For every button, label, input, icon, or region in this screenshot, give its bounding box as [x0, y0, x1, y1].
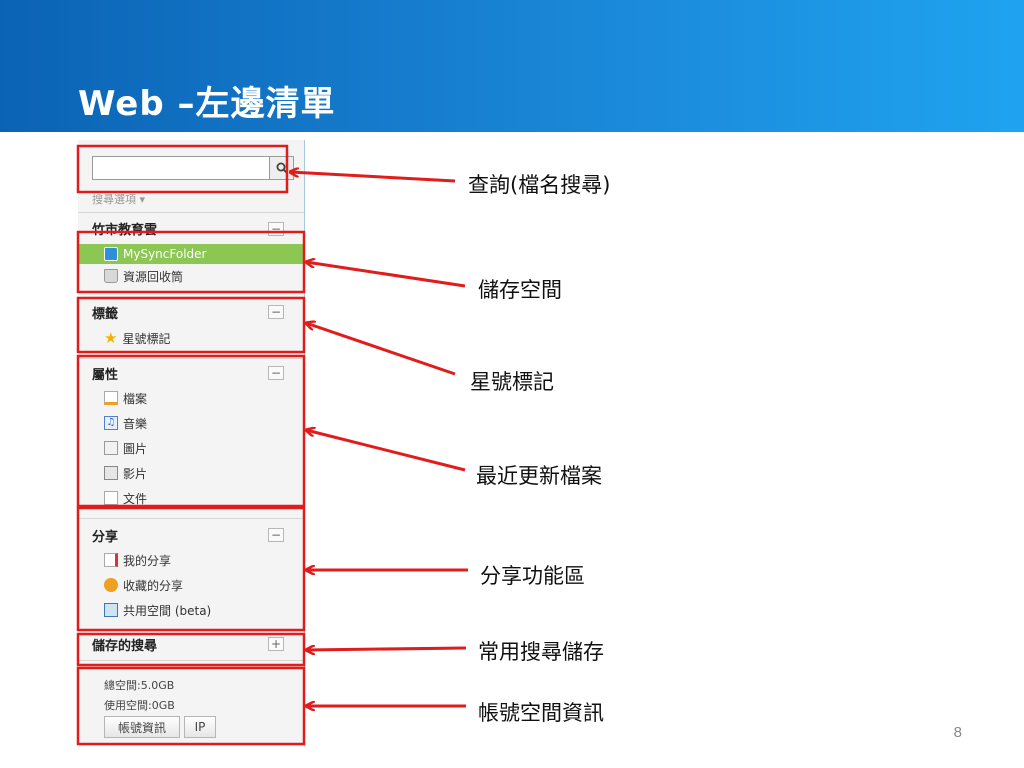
tags-group-collapse-button[interactable]: −: [268, 305, 284, 319]
page-number: 8: [953, 724, 962, 741]
sidebar-item-documents[interactable]: 文件: [104, 488, 147, 508]
sidebar-item-label: MySyncFolder: [123, 247, 207, 261]
share-group-collapse-button[interactable]: −: [268, 528, 284, 542]
cloud-folder-icon: [104, 247, 118, 261]
sidebar-item-label: 共用空間 (beta): [123, 603, 212, 618]
org-group-title: 竹市教育雲: [92, 223, 158, 238]
favorite-share-icon: [104, 578, 118, 592]
recent-files-arrow: [306, 430, 466, 472]
search-input[interactable]: [92, 156, 270, 180]
sidebar-item-music[interactable]: ♫ 音樂: [104, 413, 147, 433]
sidebar-item-recycle-bin[interactable]: 資源回收筒: [104, 266, 183, 286]
pencil-file-icon: [104, 391, 118, 405]
sidebar-item-label: 星號標記: [122, 331, 171, 346]
divider: [78, 358, 304, 359]
annotation-search-label: 查詢(檔名搜尋): [468, 173, 611, 197]
annotation-share-label: 分享功能區: [480, 564, 585, 588]
annotation-account-label: 帳號空間資訊: [478, 701, 604, 725]
divider: [78, 518, 304, 519]
slide-title: Web –左邊清單: [78, 84, 336, 124]
sidebar-item-files[interactable]: 檔案: [104, 388, 147, 408]
annotation-storage-label: 儲存空間: [478, 278, 562, 302]
search-arrow: [290, 172, 456, 183]
annotation-starred-label: 星號標記: [470, 370, 554, 394]
annotation-saved-search-label: 常用搜尋儲存: [478, 640, 604, 664]
divider: [78, 630, 304, 631]
sidebar-item-images[interactable]: 圖片: [104, 438, 147, 458]
star-arrow: [306, 323, 456, 376]
annotation-recent-files-label: 最近更新檔案: [476, 464, 602, 488]
sidebar-item-label: 文件: [123, 491, 148, 506]
properties-group-collapse-button[interactable]: −: [268, 366, 284, 380]
sidebar-item-favorite-shares[interactable]: 收藏的分享: [104, 575, 183, 595]
search-button[interactable]: [270, 156, 294, 180]
sidebar-item-label: 檔案: [123, 391, 148, 406]
document-file-icon: [104, 491, 118, 505]
sidebar-item-starred[interactable]: ★ 星號標記: [104, 328, 170, 348]
trash-icon: [104, 269, 118, 283]
shared-space-icon: [104, 603, 118, 617]
sidebar-item-label: 音樂: [123, 416, 148, 431]
storage-arrow: [306, 262, 466, 288]
sidebar-item-label: 影片: [123, 466, 148, 481]
search-icon: [276, 162, 288, 174]
sidebar-item-shared-space[interactable]: 共用空間 (beta): [104, 600, 211, 620]
used-space-text: 使用空間:0GB: [104, 699, 175, 712]
sidebar-item-my-shares[interactable]: 我的分享: [104, 550, 171, 570]
sidebar-item-label: 資源回收筒: [123, 269, 184, 284]
saved-search-arrow: [306, 648, 467, 650]
tags-group-title: 標籤: [92, 307, 119, 322]
total-space-text: 總空間:5.0GB: [104, 679, 175, 692]
sidebar-item-videos[interactable]: 影片: [104, 463, 147, 483]
sidebar-item-label: 收藏的分享: [123, 578, 184, 593]
sidebar-item-label: 我的分享: [123, 553, 172, 568]
sidebar-item-mysyncfolder[interactable]: MySyncFolder: [78, 244, 304, 264]
saved-search-group-title: 儲存的搜尋: [92, 639, 158, 654]
divider: [78, 660, 304, 661]
sidebar-item-label: 圖片: [123, 441, 148, 456]
share-file-icon: [104, 553, 118, 567]
saved-search-expand-button[interactable]: +: [268, 637, 284, 651]
search-options-link[interactable]: 搜尋選項 ▾: [92, 191, 145, 207]
music-file-icon: ♫: [104, 416, 118, 430]
org-group-collapse-button[interactable]: −: [268, 222, 284, 236]
divider: [78, 212, 304, 213]
account-info-button[interactable]: 帳號資訊: [104, 716, 180, 738]
star-icon: ★: [104, 329, 118, 347]
properties-group-title: 屬性: [92, 368, 119, 383]
share-group-title: 分享: [92, 530, 119, 545]
divider: [78, 298, 304, 299]
image-file-icon: [104, 441, 118, 455]
video-file-icon: [104, 466, 118, 480]
ip-button[interactable]: IP: [184, 716, 216, 738]
sidebar-panel: 搜尋選項 ▾ 竹市教育雲 − MySyncFolder 資源回收筒 標籤 − ★…: [78, 140, 305, 746]
